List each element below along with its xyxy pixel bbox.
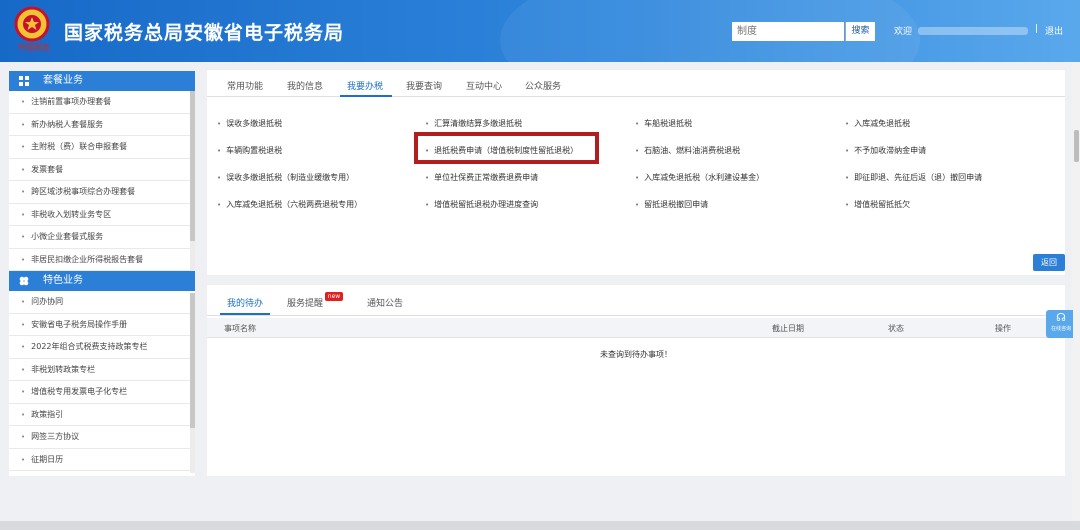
column-header-name: 事项名称 <box>224 324 256 333</box>
sidebar-scrollbar-2[interactable] <box>190 293 195 473</box>
link-item[interactable]: 即征即退、先征后返（退）撤回申请 <box>845 172 982 183</box>
site-title: 国家税务总局安徽省电子税务局 <box>64 22 345 44</box>
sidebar-item[interactable]: 2022年组合式税费支持政策专栏 <box>9 336 195 359</box>
headset-icon: ☊ <box>1056 311 1066 324</box>
page-scrollbar[interactable] <box>1073 62 1080 530</box>
tab-public-service[interactable]: 公众服务 <box>525 79 561 92</box>
link-item[interactable]: 误收多缴退抵税 <box>217 118 282 129</box>
link-item[interactable]: 车船税退抵税 <box>635 118 692 129</box>
tab-tax-handling[interactable]: 我要办税 <box>347 79 383 92</box>
link-item[interactable]: 汇算清缴结算多缴退抵税 <box>425 118 522 129</box>
link-item[interactable]: 误收多缴退抵税（制造业缓缴专用） <box>217 172 354 183</box>
search-input[interactable] <box>732 22 844 41</box>
highlight-annotation-box <box>414 132 599 164</box>
logout-link[interactable]: 退出 <box>1045 24 1063 37</box>
sidebar-item[interactable]: 增值税专用发票电子化专栏 <box>9 381 195 404</box>
tax-emblem-icon <box>14 6 50 42</box>
todo-table-header <box>207 318 1065 338</box>
link-item[interactable]: 增值税留抵抵欠 <box>845 199 910 210</box>
online-help-label: 在线咨询 <box>1050 326 1071 332</box>
emblem-caption: 中国税务 <box>18 43 50 52</box>
user-name-redacted <box>918 27 1028 35</box>
tab-common[interactable]: 常用功能 <box>227 79 263 92</box>
todo-panel: 我的待办 服务提醒 通知公告 <box>207 285 1065 476</box>
link-item[interactable]: 入库减免退抵税（水利建设基金） <box>635 172 764 183</box>
header-separator: | <box>1035 24 1039 34</box>
sidebar-section-title: 套餐业务 <box>43 75 83 86</box>
sidebar-item[interactable]: 主附税（费）联合申报套餐 <box>9 136 195 159</box>
sidebar-item[interactable]: 发票套餐 <box>9 159 195 181</box>
sidebar-section-title: 特色业务 <box>43 275 83 286</box>
tab-my-todo[interactable]: 我的待办 <box>227 296 263 309</box>
sidebar-item[interactable]: 网签三方协议 <box>9 426 195 449</box>
sidebar-item[interactable]: 注销前置事项办理套餐 <box>9 91 195 114</box>
link-item[interactable]: 单位社保费正常缴费退费申请 <box>425 172 538 183</box>
flower-icon <box>19 276 29 286</box>
sidebar-item[interactable]: 跨区域涉税事项综合办理套餐 <box>9 181 195 204</box>
sidebar-item[interactable]: 小微企业套餐式服务 <box>9 226 195 249</box>
sidebar-item[interactable]: 非税划转政策专栏 <box>9 359 195 381</box>
sidebar-section-featured[interactable]: 特色业务 <box>9 271 195 291</box>
link-item[interactable]: 留抵退税撤回申请 <box>635 199 708 210</box>
welcome-text: 欢迎 <box>894 27 913 37</box>
sidebar-item[interactable]: 新办纳税人套餐服务 <box>9 114 195 136</box>
sidebar-item[interactable]: 安徽省电子税务局操作手册 <box>9 314 195 336</box>
sidebar-item[interactable]: 问办协同 <box>9 291 195 314</box>
link-item[interactable]: 入库减免退抵税（六税两费退税专用） <box>217 199 362 210</box>
sidebar: 套餐业务 注销前置事项办理套餐 新办纳税人套餐服务 主附税（费）联合申报套餐 发… <box>9 71 195 476</box>
grid-icon <box>19 76 29 86</box>
main-tabs: 常用功能 我的信息 我要办税 我要查询 互动中心 公众服务 <box>207 70 1065 97</box>
sidebar-section-packages[interactable]: 套餐业务 <box>9 71 195 91</box>
column-header-action: 操作 <box>995 324 1011 333</box>
sidebar-item[interactable]: 非居民扣缴企业所得税报告套餐 <box>9 249 195 271</box>
link-item[interactable]: 入库减免退抵税 <box>845 118 910 129</box>
bottom-bar <box>0 521 1080 530</box>
tab-divider <box>207 315 1065 316</box>
search-button[interactable]: 搜索 <box>845 22 875 41</box>
tab-query[interactable]: 我要查询 <box>406 79 442 92</box>
sidebar-item[interactable]: 政策指引 <box>9 404 195 426</box>
sidebar-scrollbar-1[interactable] <box>190 91 195 271</box>
active-tab-underline <box>340 95 392 97</box>
column-header-status: 状态 <box>888 324 904 333</box>
link-item[interactable]: 增值税留抵退税办理进度查询 <box>425 199 538 210</box>
return-button[interactable]: 返回 <box>1033 254 1065 271</box>
link-item[interactable]: 石脑油、燃料油消费税退税 <box>635 145 740 156</box>
column-header-deadline: 截止日期 <box>772 324 804 333</box>
top-header: 中国税务 国家税务总局安徽省电子税务局 搜索 欢迎 | 退出 <box>0 0 1080 62</box>
online-help-button[interactable]: ☊ 在线咨询 <box>1046 310 1076 338</box>
tab-notices[interactable]: 通知公告 <box>367 296 403 309</box>
tab-interaction[interactable]: 互动中心 <box>466 79 502 92</box>
sidebar-item[interactable]: 征期日历 <box>9 449 195 471</box>
sidebar-item[interactable]: 非税收入划转业务专区 <box>9 204 195 226</box>
empty-state-text: 未查询到待办事项！ <box>600 350 672 359</box>
tab-service-reminder[interactable]: 服务提醒 <box>287 296 323 309</box>
new-badge: new <box>325 292 343 301</box>
link-item[interactable]: 车辆购置税退税 <box>217 145 282 156</box>
tab-my-info[interactable]: 我的信息 <box>287 79 323 92</box>
link-item[interactable]: 不予加收滞纳金申请 <box>845 145 926 156</box>
